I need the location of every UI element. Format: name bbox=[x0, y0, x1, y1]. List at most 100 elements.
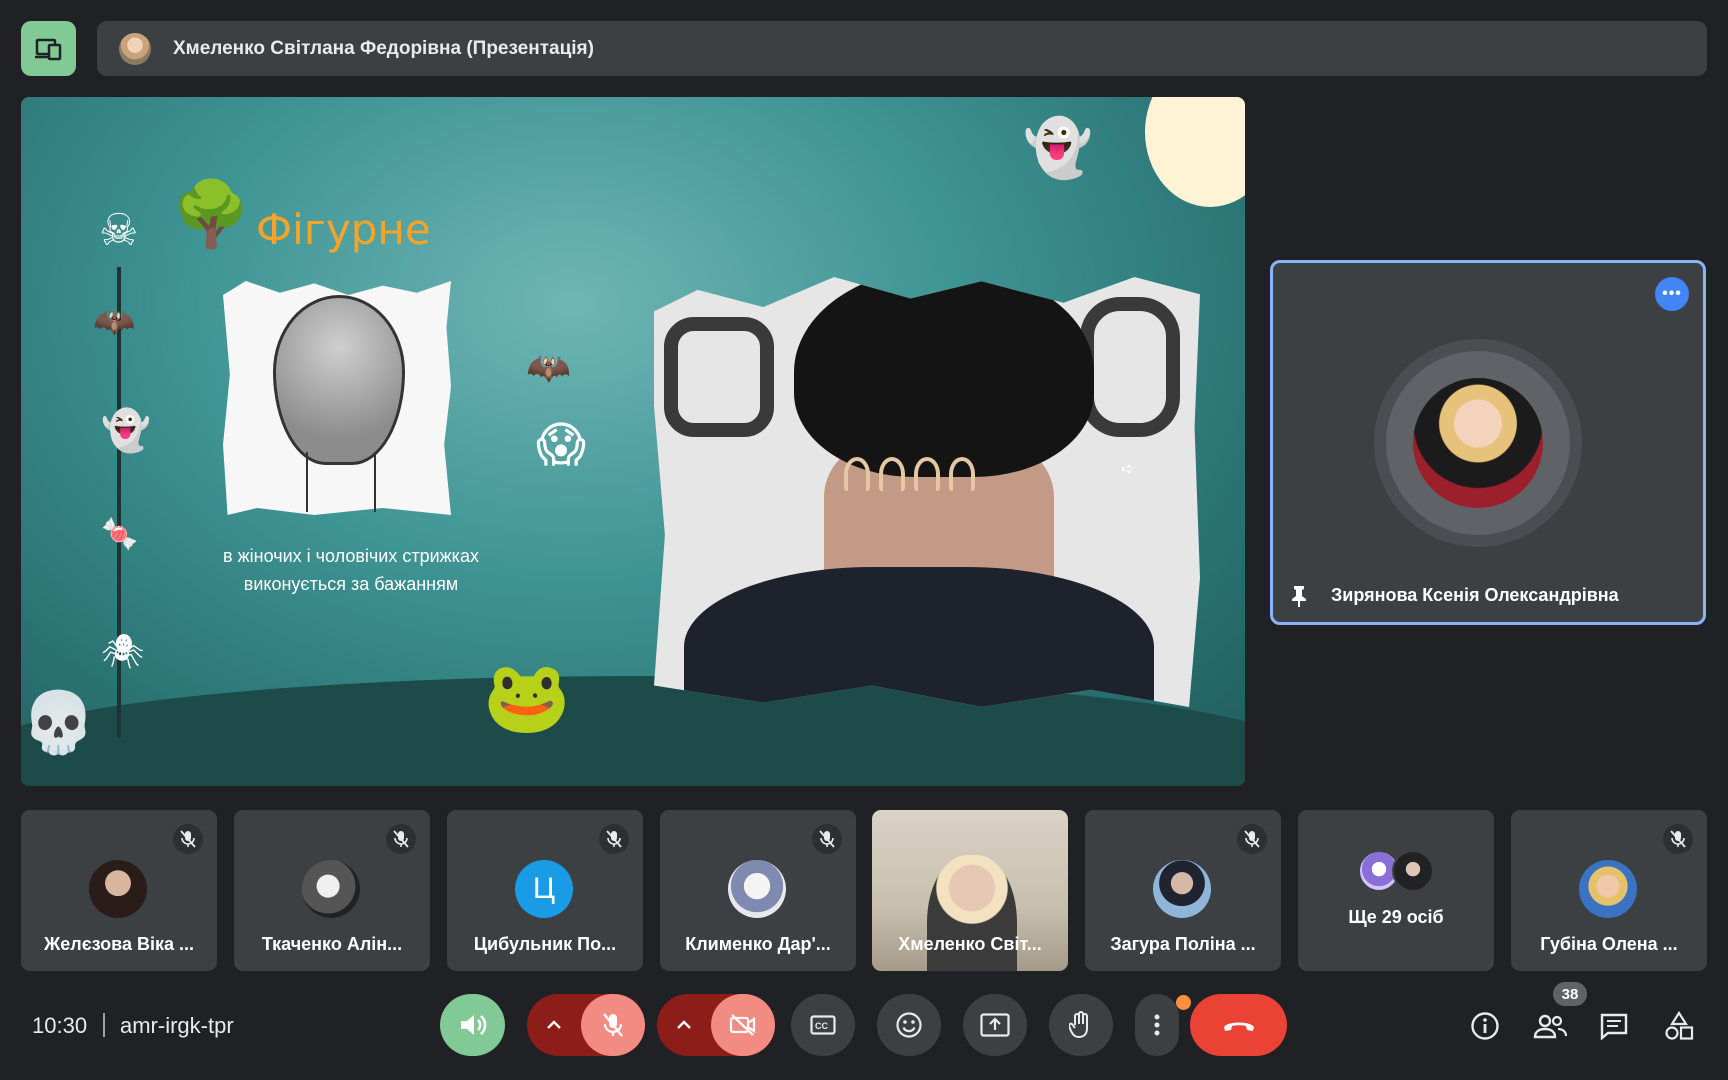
mic-off-icon bbox=[386, 824, 416, 854]
participant-tile[interactable]: Ткаченко Алін... bbox=[234, 810, 430, 971]
participant-avatar bbox=[302, 860, 360, 918]
participant-name: Цибульник По... bbox=[473, 934, 617, 954]
neck-diagram bbox=[306, 452, 376, 512]
pinned-participant-name: Зирянова Ксенія Олександрівна bbox=[1331, 585, 1619, 605]
more-vert-icon bbox=[1154, 1014, 1160, 1036]
photo-background-shape bbox=[664, 317, 774, 437]
notification-dot bbox=[1176, 995, 1191, 1010]
presenter-bar: Хмеленко Світлана Федорівна (Презентація… bbox=[97, 21, 1707, 76]
chat-button[interactable] bbox=[1594, 1006, 1634, 1046]
bat-small-icon: 🦇 bbox=[526, 347, 571, 388]
participant-tile[interactable]: Загура Поліна ... bbox=[1085, 810, 1281, 971]
leave-call-button[interactable] bbox=[1190, 994, 1287, 1056]
mic-off-icon bbox=[1237, 824, 1267, 854]
participant-video-tile[interactable]: Хмеленко Світ... bbox=[872, 810, 1068, 971]
moon-decoration bbox=[1145, 97, 1245, 207]
participant-avatar bbox=[1392, 850, 1434, 892]
head-diagram bbox=[273, 295, 405, 465]
skull-icon: ☠ bbox=[99, 206, 139, 255]
more-options-button[interactable] bbox=[1135, 994, 1179, 1056]
closed-captions-icon: CC bbox=[810, 1015, 836, 1035]
ghost-large-icon: 👻 bbox=[1023, 116, 1093, 179]
speaker-button[interactable] bbox=[440, 994, 505, 1056]
participant-name: Клименко Дар'... bbox=[685, 934, 831, 954]
mic-off-icon bbox=[1663, 824, 1693, 854]
reactions-button[interactable] bbox=[877, 994, 941, 1056]
hand-icon bbox=[1069, 1011, 1088, 1039]
people-count-badge: 38 bbox=[1553, 982, 1587, 1006]
presentation-slide: ☠ 🦇 👻 🍬 🕷 💀 🌳 👻 🦇 😱 🐸 Фігурне в жіночих … bbox=[21, 97, 1245, 786]
participant-name: Хмеленко Світ... bbox=[898, 934, 1042, 954]
participant-tile[interactable]: Желєзова Віка ... bbox=[21, 810, 217, 971]
caption-line-2: виконується за бажанням bbox=[243, 574, 459, 594]
participant-name: Загура Поліна ... bbox=[1110, 934, 1256, 954]
spider-icon: 🕷 bbox=[101, 633, 145, 671]
caption-line-1: в жіночих і чоловічих стрижках bbox=[223, 546, 479, 566]
participant-avatar bbox=[1579, 860, 1637, 918]
participant-tile[interactable]: Ц Цибульник По... bbox=[447, 810, 643, 971]
flame-pattern bbox=[879, 457, 905, 491]
scream-mask-icon: 😱 bbox=[536, 419, 587, 472]
photo-shirt bbox=[684, 567, 1154, 707]
participant-tile[interactable]: Губіна Олена ... bbox=[1511, 810, 1707, 971]
divider bbox=[103, 1013, 105, 1037]
chat-icon bbox=[1600, 1013, 1628, 1040]
participant-avatar: Ц bbox=[515, 860, 573, 918]
emoji-icon bbox=[896, 1012, 922, 1038]
flame-pattern bbox=[844, 457, 870, 491]
camera-toggle-button[interactable] bbox=[711, 994, 775, 1056]
pinned-avatar bbox=[1413, 378, 1543, 508]
people-icon bbox=[1533, 1014, 1567, 1039]
skeleton-icon: 💀 bbox=[21, 689, 96, 756]
candy-icon: 🍬 bbox=[101, 518, 139, 551]
mic-off-icon bbox=[812, 824, 842, 854]
meeting-code: amr-irgk-tpr bbox=[120, 1013, 234, 1038]
ghost-icon: 👻 bbox=[101, 409, 151, 453]
presenter-name: Хмеленко Світлана Федорівна (Презентація… bbox=[173, 37, 594, 59]
slide-arrow-icon: ➪ bbox=[1121, 461, 1135, 478]
svg-text:CC: CC bbox=[815, 1021, 828, 1031]
tree-icon: 🌳 bbox=[171, 178, 251, 250]
participant-name: Ткаченко Алін... bbox=[261, 934, 403, 954]
more-options-button[interactable]: ••• bbox=[1655, 277, 1689, 311]
devices-icon bbox=[34, 38, 61, 60]
mic-options-chevron-up-icon[interactable] bbox=[527, 994, 581, 1056]
hang-up-icon bbox=[1223, 1022, 1254, 1031]
photo-hair bbox=[794, 277, 1094, 477]
people-button[interactable] bbox=[1530, 1006, 1570, 1046]
shapes-icon bbox=[1665, 1011, 1694, 1040]
meeting-info-button[interactable] bbox=[1465, 1006, 1505, 1046]
more-participants-label: Ще 29 осіб bbox=[1348, 907, 1444, 927]
flame-pattern bbox=[914, 457, 940, 491]
clock: 10:30 bbox=[32, 1013, 88, 1038]
activities-button[interactable] bbox=[1659, 1006, 1699, 1046]
pin-icon[interactable] bbox=[1287, 584, 1311, 608]
pinned-participant-tile[interactable]: ••• Зирянова Ксенія Олександрівна bbox=[1270, 260, 1706, 625]
captions-button[interactable]: CC bbox=[791, 994, 855, 1056]
participant-name: Губіна Олена ... bbox=[1540, 934, 1678, 954]
speaker-icon bbox=[460, 1015, 486, 1035]
info-icon bbox=[1471, 1012, 1499, 1040]
microphone-control[interactable] bbox=[527, 994, 645, 1056]
bat-icon: 🦇 bbox=[93, 303, 136, 341]
present-button[interactable] bbox=[963, 994, 1027, 1056]
raise-hand-button[interactable] bbox=[1049, 994, 1113, 1056]
mic-off-icon bbox=[603, 1013, 623, 1037]
frog-witch-icon: 🐸 bbox=[483, 658, 571, 736]
mic-toggle-button[interactable] bbox=[581, 994, 645, 1056]
present-screen-icon bbox=[980, 1013, 1010, 1037]
haircut-photo bbox=[654, 277, 1200, 707]
participant-avatar bbox=[89, 860, 147, 918]
more-participants-tile[interactable]: Ще 29 осіб bbox=[1298, 810, 1494, 971]
participant-avatar bbox=[728, 860, 786, 918]
camera-control[interactable] bbox=[657, 994, 775, 1056]
camera-options-chevron-up-icon[interactable] bbox=[657, 994, 711, 1056]
slide-title: Фігурне bbox=[256, 205, 431, 254]
layout-toggle-button[interactable] bbox=[21, 21, 76, 76]
photo-background-shape bbox=[1080, 297, 1180, 437]
mic-off-icon bbox=[173, 824, 203, 854]
flame-pattern bbox=[949, 457, 975, 491]
participant-tile[interactable]: Клименко Дар'... bbox=[660, 810, 856, 971]
camera-off-icon bbox=[729, 1014, 756, 1036]
mic-off-icon bbox=[599, 824, 629, 854]
